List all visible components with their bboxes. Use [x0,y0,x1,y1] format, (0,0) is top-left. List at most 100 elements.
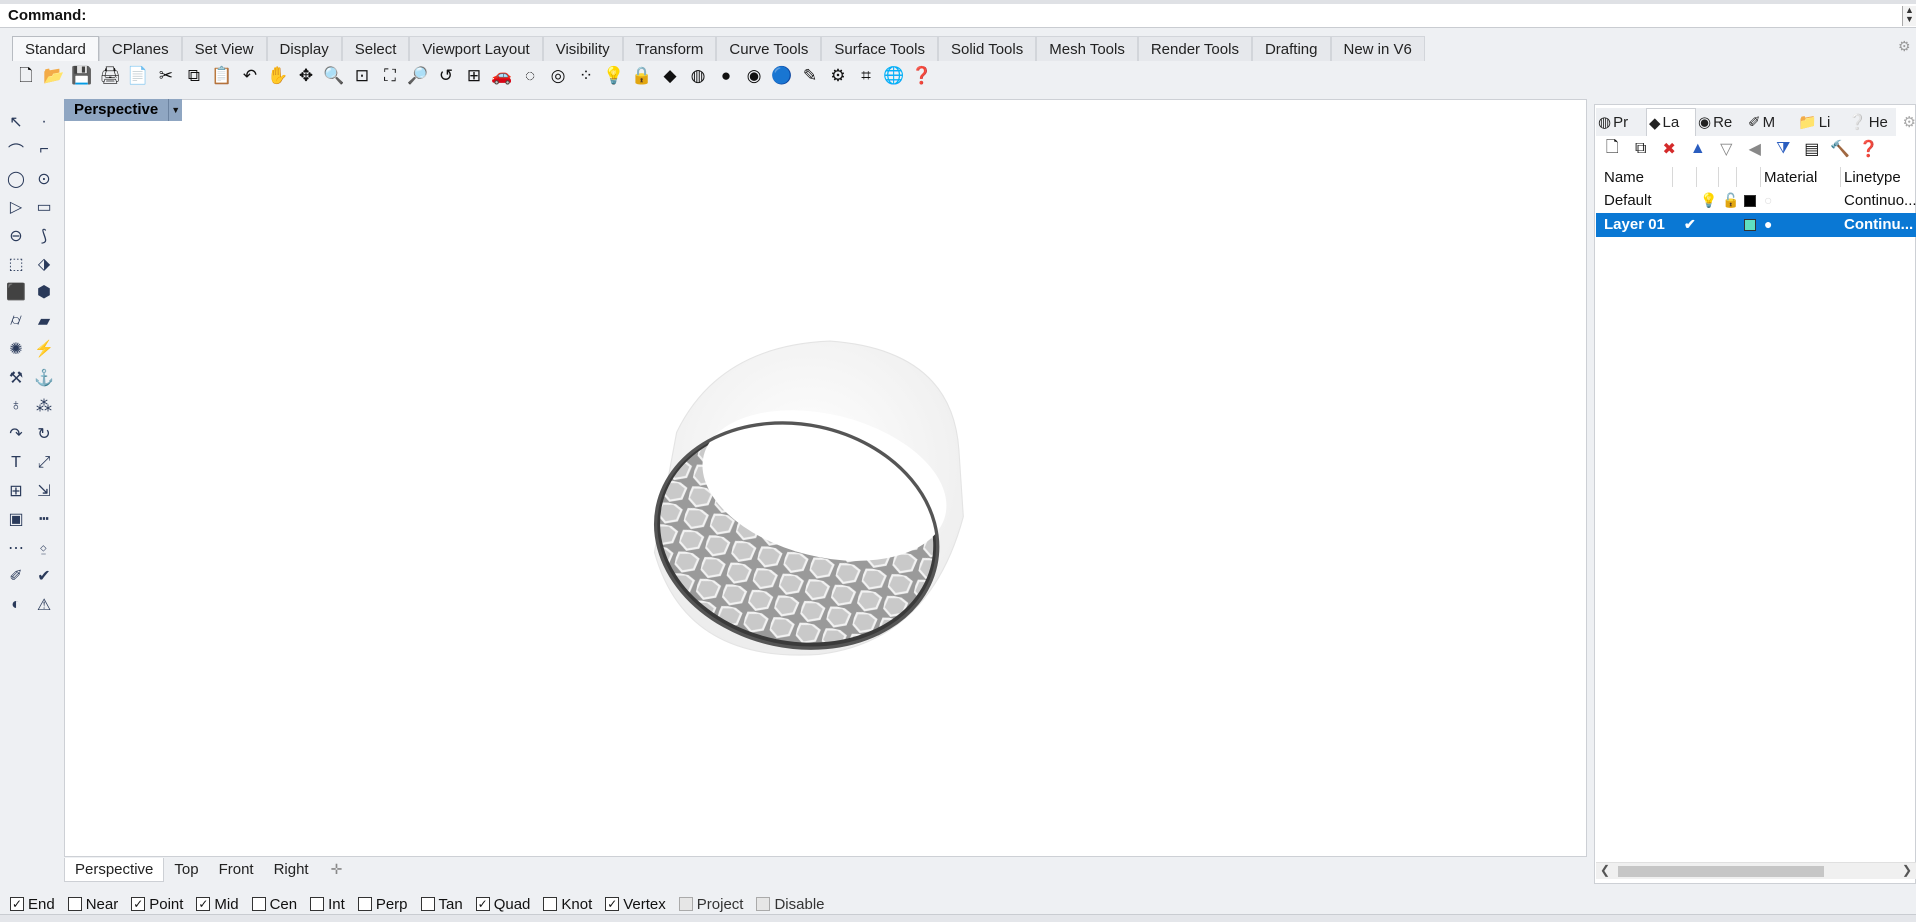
tab-select[interactable]: Select [341,36,410,61]
trim-icon[interactable]: ⚒ [2,364,30,392]
delete-icon[interactable]: ✖ [1655,138,1684,160]
split-icon[interactable]: ⚡ [30,335,58,363]
scroll-right-icon[interactable]: ❯ [1902,863,1912,877]
check-icon[interactable]: ✔ [30,562,58,590]
scale-icon[interactable]: ⤢ [30,449,58,477]
osnap-mid[interactable]: ✓ Mid [196,896,239,913]
scroll-thumb[interactable] [1618,866,1824,877]
layer-row[interactable]: Layer 01 ✔ ● Continu... [1596,213,1916,237]
polyline-icon[interactable]: ⌒ [2,136,30,164]
tab-transform[interactable]: Transform [622,36,717,61]
osnap-checkbox[interactable]: ✓ [131,897,146,911]
help-icon[interactable]: ❓ [1855,138,1884,160]
layer-state-icon[interactable]: ▤ [1798,138,1827,160]
ellipse-icon[interactable]: ⊙ [30,165,58,193]
render-sphere-icon[interactable]: ◉ [740,62,768,88]
command-history-spinner[interactable]: ▲ ▼ [1902,6,1916,26]
osnap-checkbox[interactable]: ✓ [10,897,24,911]
group-icon[interactable]: ⊞ [2,477,30,505]
layer-linetype[interactable]: Continu... [1844,216,1913,233]
array-icon[interactable]: ⋯ [2,534,30,562]
tab-cplanes[interactable]: CPlanes [98,36,182,61]
zoom-selected-icon[interactable]: 🔎 [404,62,432,88]
point-icon[interactable]: · [30,108,58,136]
osnap-checkbox[interactable]: ✓ [605,897,620,911]
viewport-tab-top[interactable]: Top [164,858,208,882]
viewport-tab-front[interactable]: Front [209,858,264,882]
tab-surface-tools[interactable]: Surface Tools [821,36,938,61]
gears-icon[interactable]: ⚙ [824,62,852,88]
panel-tab-la[interactable]: ◆ La [1646,108,1696,136]
explode-icon[interactable]: ✺ [2,335,30,363]
car-icon[interactable]: 🚗 [488,62,516,88]
paste-icon[interactable]: 📋 [208,62,236,88]
osnap-cen[interactable]: Cen [251,896,297,913]
tab-new-in-v6[interactable]: New in V6 [1330,36,1425,61]
color-wheel-icon[interactable]: ◍ [684,62,712,88]
box-icon[interactable]: ⬛ [2,278,30,306]
hide-icon[interactable]: ◌ [516,62,544,88]
globe-icon[interactable]: 🌐 [880,62,908,88]
filter-icon[interactable]: ⧩ [1769,138,1798,160]
layer-row[interactable]: Default 💡 🔓 ○ Continuo... [1596,189,1916,213]
plane-icon[interactable]: ▰ [30,307,58,335]
lock-icon[interactable]: 🔒 [628,62,656,88]
blue-sphere-icon[interactable]: 🔵 [768,62,796,88]
osnap-checkbox[interactable] [678,897,693,911]
osnap-checkbox[interactable] [420,897,435,911]
chevron-down-icon[interactable]: ▼ [168,99,183,121]
layer-linetype[interactable]: Continuo... [1844,192,1916,209]
color-swatch[interactable] [1744,219,1756,231]
open-folder-icon[interactable]: 📂 [40,62,68,88]
panel-tab-li[interactable]: 📁 Li [1796,108,1846,136]
warning-icon[interactable]: ⚠ [30,591,58,619]
osnap-near[interactable]: Near [67,896,118,913]
freeform-icon[interactable]: ⟆ [30,222,58,250]
highlight-icon[interactable]: ✎ [796,62,824,88]
tab-viewport-layout[interactable]: Viewport Layout [409,36,543,61]
viewport-tab-perspective[interactable]: Perspective [64,858,165,882]
material-icon[interactable]: ● [1764,216,1772,232]
add-viewport-icon[interactable]: ✛ [319,858,355,881]
tab-display[interactable]: Display [266,36,342,61]
render-icon[interactable]: ◐ [2,591,30,619]
osnap-perp[interactable]: Perp [357,896,408,913]
fillet-icon[interactable]: ↷ [2,420,30,448]
column-material[interactable]: Material [1764,169,1817,186]
new-file-icon[interactable]: 🗋 [12,62,40,88]
osnap-knot[interactable]: Knot [543,896,592,913]
move-icon[interactable]: ⇲ [30,477,58,505]
panel-gear-icon[interactable]: ⚙ [1903,113,1916,131]
layer-name[interactable]: Layer 01 [1604,216,1665,233]
light-bulb-icon[interactable]: 💡 [600,62,628,88]
zoom-extents-icon[interactable]: ⛶ [376,62,404,88]
panel-tab-pr[interactable]: ◍ Pr [1596,108,1646,136]
move-parent-icon[interactable]: ◀ [1741,138,1770,160]
align-icon[interactable]: ⍚ [30,534,58,562]
polygon-icon[interactable]: ▷ [2,193,30,221]
dimension-icon[interactable]: ┅ [30,505,58,533]
panel-horizontal-scrollbar[interactable]: ❮ ❯ [1596,862,1916,879]
lock-icon[interactable]: 🔓 [1722,192,1739,209]
tab-render-tools[interactable]: Render Tools [1137,36,1252,61]
osnap-checkbox[interactable] [357,897,372,911]
tab-standard[interactable]: Standard [12,36,99,61]
curve-icon[interactable]: ⌐ [30,136,58,164]
osnap-point[interactable]: ✓ Point [131,896,183,913]
zoom-icon[interactable]: 🔍 [320,62,348,88]
osnap-tan[interactable]: Tan [420,896,463,913]
osnap-quad[interactable]: ✓ Quad [475,896,530,913]
tab-drafting[interactable]: Drafting [1251,36,1331,61]
select-points-icon[interactable]: ⁘ [572,62,600,88]
osnap-checkbox[interactable] [251,897,266,911]
boolean-icon[interactable]: ♁ [2,392,30,420]
viewport-title[interactable]: Perspective ▼ [64,99,183,121]
material-icon[interactable]: ○ [1764,192,1772,208]
cut-icon[interactable]: ✂ [152,62,180,88]
print-icon[interactable]: 🖨 [96,62,124,88]
sphere-icon[interactable]: ● [712,62,740,88]
show-icon[interactable]: ◎ [544,62,572,88]
osnap-int[interactable]: Int [310,896,345,913]
help-icon[interactable]: ❓ [908,62,936,88]
panel-tab-he[interactable]: ❔ He [1846,108,1896,136]
